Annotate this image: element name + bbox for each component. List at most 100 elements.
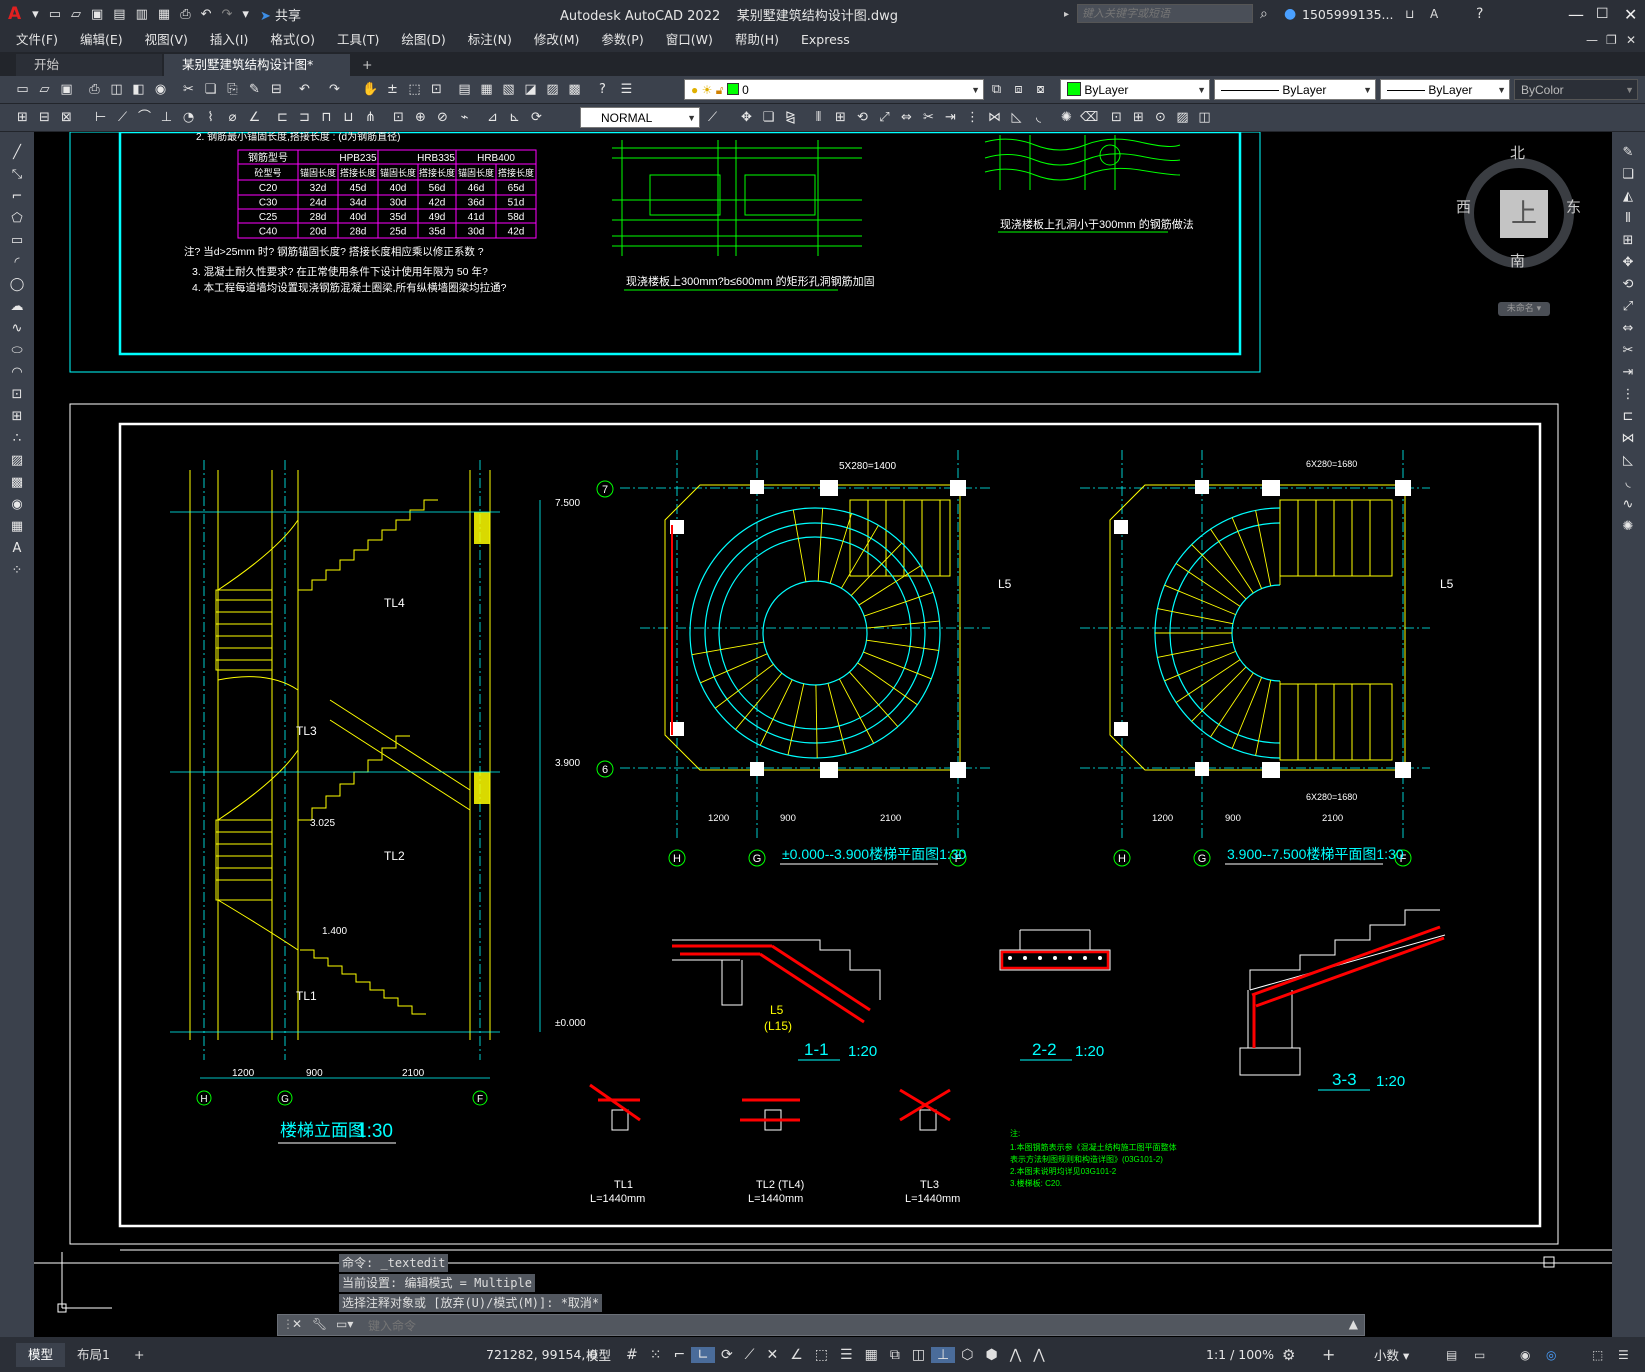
app-menu-chevron-icon[interactable]: ▾ <box>27 7 44 22</box>
snap-icon[interactable]: ⁙ <box>644 1347 668 1363</box>
add-selected-icon[interactable]: ⁘ <box>8 562 26 580</box>
menu-view[interactable]: 视图(V) <box>134 28 199 52</box>
design-center-icon[interactable]: ▦ <box>478 81 495 98</box>
open-web-icon[interactable]: ▥ <box>131 7 153 22</box>
tab-model[interactable]: 模型 <box>16 1342 66 1367</box>
viewcube-top-face[interactable]: 上 <box>1500 190 1548 238</box>
move-icon[interactable]: ✥ <box>738 109 755 126</box>
layer-make-current-icon[interactable]: ⧉ <box>988 81 1005 98</box>
save-icon[interactable]: ▣ <box>86 7 108 22</box>
doc-restore-icon[interactable]: ❐ <box>1606 33 1617 47</box>
region-icon[interactable]: ◉ <box>8 496 26 514</box>
autocad-logo-icon[interactable]: A <box>0 4 27 24</box>
explode-icon[interactable]: ✺ <box>1619 518 1637 536</box>
cut-icon[interactable]: ✂ <box>180 81 197 98</box>
zoom-previous-icon[interactable]: ⊡ <box>428 81 445 98</box>
baseline-icon[interactable]: ⊐ <box>296 109 313 126</box>
fillet-icon[interactable]: ◟ <box>1619 474 1637 492</box>
join-icon[interactable]: ⋈ <box>1619 430 1637 448</box>
join-icon[interactable]: ⋈ <box>986 109 1003 126</box>
add-scale-icon[interactable]: + <box>1322 1345 1335 1364</box>
gizmo-icon[interactable]: ⬡ <box>955 1347 979 1363</box>
search-expand-icon[interactable]: ▸ <box>1064 9 1069 20</box>
user-icon[interactable]: ● <box>1284 6 1296 22</box>
make-block-icon[interactable]: ⊞ <box>1130 109 1147 126</box>
viewcube-east[interactable]: 东 <box>1566 196 1581 217</box>
diameter-icon[interactable]: ⌀ <box>224 109 241 126</box>
new-file-icon[interactable]: ▭ <box>44 7 66 22</box>
3dprint-icon[interactable]: ◉ <box>152 81 169 98</box>
redo-icon[interactable]: ↷ <box>217 7 238 22</box>
viewcube-west[interactable]: 西 <box>1456 196 1471 217</box>
plot-icon[interactable]: ⎙ <box>86 81 103 98</box>
tolerance-icon[interactable]: ⊡ <box>390 109 407 126</box>
annotation-scale-icon[interactable]: ⋀ <box>1027 1347 1050 1363</box>
customize-qat-icon[interactable]: ▾ <box>237 7 254 22</box>
plotstyle-dropdown[interactable]: ByColor ▼ <box>1514 79 1638 100</box>
coordinates[interactable]: 721282, 99154, 0 <box>486 1347 597 1362</box>
undo-icon[interactable]: ↶ <box>196 7 217 22</box>
quick-dim-icon[interactable]: ⊏ <box>274 109 291 126</box>
dimtedit-icon[interactable]: ⊾ <box>506 109 523 126</box>
save-web-icon[interactable]: ▦ <box>153 7 175 22</box>
menu-window[interactable]: 窗口(W) <box>655 28 724 52</box>
save-icon[interactable]: ▣ <box>58 81 75 98</box>
angular-icon[interactable]: ∠ <box>246 109 263 126</box>
open-file-icon[interactable]: ▱ <box>66 7 86 22</box>
grid-icon[interactable]: # <box>620 1347 644 1363</box>
dim-update-icon[interactable]: ⟳ <box>528 109 545 126</box>
cart-icon[interactable]: ⊔ <box>1405 7 1414 21</box>
trim-icon[interactable]: ✂ <box>1619 342 1637 360</box>
explode-icon[interactable]: ✺ <box>1058 109 1075 126</box>
polygon-icon[interactable]: ⬠ <box>8 210 26 228</box>
rotate-icon[interactable]: ⟲ <box>1619 276 1637 294</box>
dynamic-ucs-icon[interactable]: ⊥ <box>931 1346 956 1363</box>
hatch-icon[interactable]: ▨ <box>8 452 26 470</box>
tablestyle-icon[interactable]: ⊟ <box>36 109 53 126</box>
mleaderstyle-icon[interactable]: ⊠ <box>58 109 75 126</box>
radius-icon[interactable]: ◔ <box>180 109 197 126</box>
arc-length-icon[interactable]: ⌒ <box>136 109 153 126</box>
open-icon[interactable]: ▱ <box>36 81 53 98</box>
continue-icon[interactable]: ⊓ <box>318 109 335 126</box>
lineweight-icon[interactable]: ☰ <box>834 1347 859 1363</box>
close-icon[interactable]: ✕ <box>1624 5 1637 24</box>
array-icon[interactable]: ⊞ <box>832 109 849 126</box>
inspect-icon[interactable]: ⊘ <box>434 109 451 126</box>
tab-layout1[interactable]: 布局1 <box>65 1343 122 1367</box>
menu-draw[interactable]: 绘图(D) <box>390 28 456 52</box>
tab-drawing[interactable]: 某别墅建筑结构设计图* ✕ <box>164 54 350 94</box>
break-point-icon[interactable]: ⊏ <box>1619 408 1637 426</box>
copy-icon[interactable]: ❏ <box>202 81 219 98</box>
region-icon[interactable]: ◫ <box>1196 109 1213 126</box>
menu-help[interactable]: 帮助(H) <box>724 28 790 52</box>
help-icon[interactable]: ? <box>1476 6 1483 22</box>
arc-icon[interactable]: ◜ <box>8 254 26 272</box>
osnap-icon[interactable]: ∠ <box>784 1347 809 1363</box>
textstyle-dropdown[interactable]: NORMAL ▼ <box>580 107 700 128</box>
aligned-dim-icon[interactable]: ⟋ <box>114 109 131 126</box>
pan-icon[interactable]: ✋ <box>362 81 379 98</box>
trim-icon[interactable]: ✂ <box>920 109 937 126</box>
chamfer-icon[interactable]: ◺ <box>1008 109 1025 126</box>
quick-properties-icon[interactable]: ▤ <box>1446 1348 1457 1362</box>
line-icon[interactable]: ╱ <box>8 144 26 162</box>
rotate-icon[interactable]: ⟲ <box>854 109 871 126</box>
break-icon[interactable]: ⋔ <box>362 109 379 126</box>
minimize-icon[interactable]: — <box>1568 5 1584 24</box>
autoscale-icon[interactable]: ⋀ <box>1004 1347 1027 1363</box>
linetype-dropdown[interactable]: ByLayer ▼ <box>1214 79 1376 100</box>
osnap-tracking-icon[interactable]: ✕ <box>760 1347 784 1363</box>
chamfer-icon[interactable]: ◺ <box>1619 452 1637 470</box>
selection-cycling-icon[interactable]: ⧉ <box>884 1347 906 1363</box>
zoom-realtime-icon[interactable]: ± <box>384 81 401 98</box>
table-icon[interactable]: ▦ <box>8 518 26 536</box>
customization-icon[interactable]: ☰ <box>1618 1348 1629 1362</box>
annotation-visibility-icon[interactable]: ⬢ <box>979 1347 1003 1363</box>
command-input[interactable] <box>366 1316 1350 1336</box>
dim-override-icon[interactable]: ⟋ <box>704 109 721 126</box>
circle-icon[interactable]: ◯ <box>8 276 26 294</box>
extend-icon[interactable]: ⇥ <box>942 109 959 126</box>
add-layout-icon[interactable]: + <box>122 1343 156 1367</box>
point-icon[interactable]: ⊙ <box>1152 109 1169 126</box>
